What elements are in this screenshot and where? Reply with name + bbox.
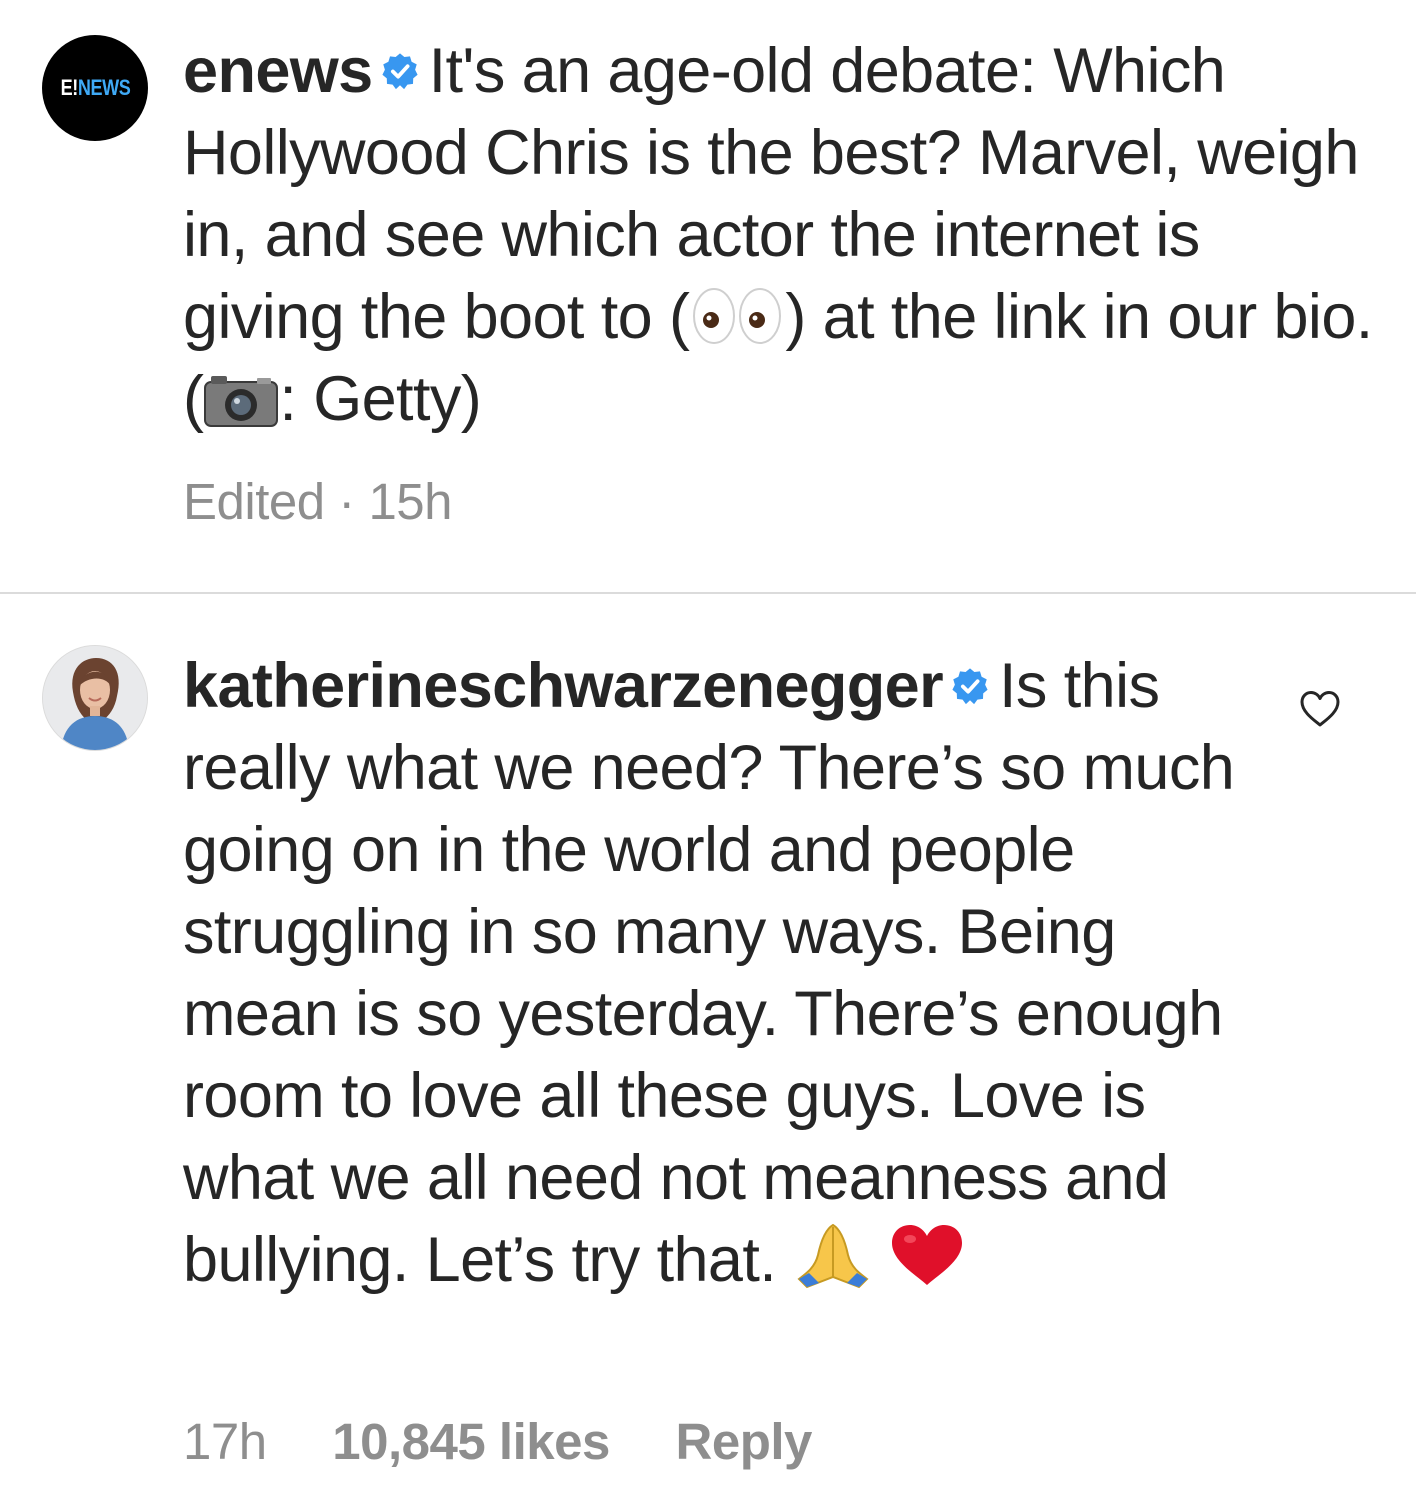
red-heart-emoji [891, 1225, 962, 1285]
folded-hands-emoji [797, 1223, 869, 1289]
comment-meta: 17h 10,845 likes Reply [183, 1412, 812, 1471]
caption-text: enews It's an age-old debate: Which Holl… [183, 30, 1373, 440]
caption-meta: Edited · 15h [183, 472, 453, 531]
meta-separator: · [338, 473, 355, 530]
verified-badge-icon [382, 53, 418, 90]
enews-avatar[interactable]: E!NEWS [42, 35, 148, 141]
katherine-avatar[interactable] [42, 645, 148, 751]
username-link[interactable]: enews [183, 36, 373, 106]
username-link[interactable]: katherineschwarzenegger [183, 651, 944, 721]
verified-badge-icon [952, 668, 988, 705]
comment-time[interactable]: 17h [183, 1413, 267, 1470]
caption-time[interactable]: 15h [368, 473, 452, 530]
caption-text-part3: : Getty) [279, 364, 482, 434]
comment-text: katherineschwarzenegger Is this really w… [183, 645, 1273, 1301]
edited-label: Edited [183, 473, 325, 530]
camera-emoji [204, 376, 279, 427]
profile-photo [43, 646, 147, 750]
likes-count[interactable]: 10,845 likes [332, 1413, 610, 1470]
reply-button[interactable]: Reply [676, 1413, 813, 1470]
eyes-emoji [693, 288, 782, 344]
divider [0, 592, 1416, 594]
comment-body: Is this really what we need? There’s so … [183, 651, 1235, 1295]
e-news-logo: E!NEWS [60, 75, 130, 100]
heart-outline-icon[interactable] [1298, 689, 1342, 729]
